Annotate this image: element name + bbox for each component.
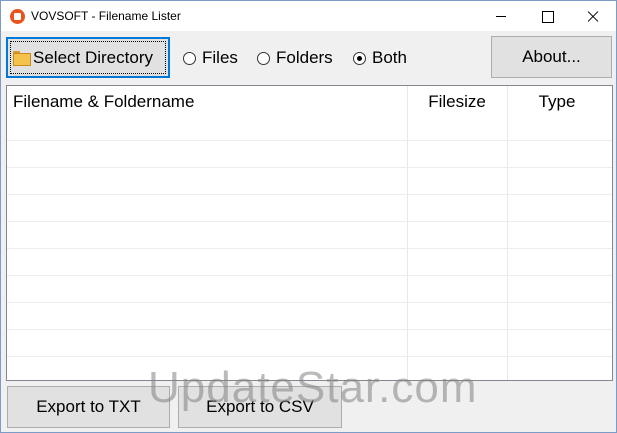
radio-files-indicator[interactable] [183, 51, 196, 65]
grid-line [7, 140, 612, 141]
about-button[interactable]: About... [491, 36, 612, 78]
radio-both-indicator[interactable] [353, 51, 366, 65]
app-logo-icon [10, 9, 25, 24]
grid-line [7, 248, 612, 249]
grid-line [7, 167, 612, 168]
radio-files-label: Files [202, 48, 238, 67]
close-button[interactable] [570, 1, 616, 31]
export-csv-button[interactable]: Export to CSV [178, 386, 342, 428]
title-bar[interactable]: VOVSOFT - Filename Lister [1, 1, 616, 31]
column-divider [507, 86, 508, 380]
select-directory-button[interactable]: Select Directory [6, 37, 170, 78]
minimize-button[interactable] [478, 1, 524, 31]
window-title: VOVSOFT - Filename Lister [31, 9, 181, 23]
column-header-type[interactable]: Type [507, 86, 607, 118]
app-window: VOVSOFT - Filename Lister Select Directo… [0, 0, 617, 433]
grid-line [7, 356, 612, 357]
radio-folders-label: Folders [276, 48, 333, 67]
about-label: About... [522, 47, 581, 66]
radio-both-label: Both [372, 48, 407, 67]
folder-icon [13, 51, 31, 66]
select-directory-label: Select Directory [33, 47, 153, 67]
export-txt-button[interactable]: Export to TXT [7, 386, 170, 428]
maximize-button[interactable] [524, 1, 570, 31]
export-csv-label: Export to CSV [206, 397, 314, 416]
grid-line [7, 302, 612, 303]
radio-folders[interactable]: Folders [257, 48, 333, 68]
radio-folders-indicator[interactable] [257, 51, 270, 65]
column-header-filename[interactable]: Filename & Foldername [13, 86, 194, 118]
radio-files[interactable]: Files [183, 48, 238, 68]
grid-line [7, 275, 612, 276]
grid-line [7, 194, 612, 195]
file-list[interactable]: Filename & Foldername Filesize Type [6, 85, 613, 381]
grid-line [7, 221, 612, 222]
radio-both[interactable]: Both [353, 48, 407, 68]
export-txt-label: Export to TXT [36, 397, 141, 416]
grid-line [7, 329, 612, 330]
column-divider [407, 86, 408, 380]
column-header-filesize[interactable]: Filesize [407, 86, 507, 118]
